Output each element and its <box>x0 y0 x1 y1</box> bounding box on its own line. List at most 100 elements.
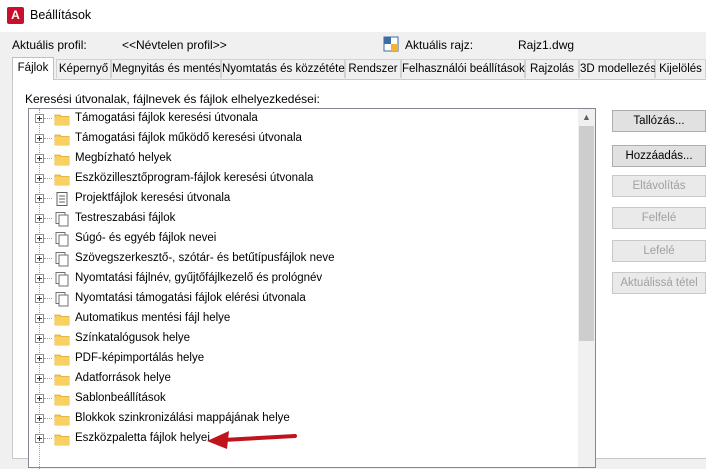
expand-icon[interactable] <box>35 134 44 143</box>
window-title: Beállítások <box>30 8 92 22</box>
expand-icon[interactable] <box>35 414 44 423</box>
expand-icon[interactable] <box>35 174 44 183</box>
vertical-scrollbar[interactable]: ▲ <box>578 109 595 467</box>
tab-drafting[interactable]: Rajzolás <box>525 59 579 78</box>
tree-item[interactable]: Testreszabási fájlok <box>29 209 579 229</box>
set-current-button[interactable]: Aktuálissá tétel <box>612 272 706 294</box>
expand-icon[interactable] <box>35 434 44 443</box>
move-down-button[interactable]: Lefelé <box>612 240 706 262</box>
move-up-button[interactable]: Felfelé <box>612 207 706 229</box>
drawing-icon <box>383 36 399 52</box>
tree-connector <box>44 118 52 119</box>
tree-item-label: Automatikus mentési fájl helye <box>75 312 231 324</box>
tree-item[interactable]: Nyomtatási támogatási fájlok elérési útv… <box>29 289 579 309</box>
tab-system[interactable]: Rendszer <box>345 59 401 78</box>
tree-item[interactable]: Szövegszerkesztő-, szótár- és betűtípusf… <box>29 249 579 269</box>
tree-connector <box>44 378 52 379</box>
tree-connector <box>44 318 52 319</box>
tree-connector <box>44 138 52 139</box>
add-button[interactable]: Hozzáadás... <box>612 145 706 167</box>
tree-item[interactable]: Nyomtatási fájlnév, gyűjtőfájlkezelő és … <box>29 269 579 289</box>
tree-connector <box>44 238 52 239</box>
tree-item[interactable]: Automatikus mentési fájl helye <box>29 309 579 329</box>
tree-item[interactable]: Sablonbeállítások <box>29 389 579 409</box>
scroll-up-icon[interactable]: ▲ <box>578 109 595 126</box>
tree-item-label: Sablonbeállítások <box>75 392 166 404</box>
tree-item-label: Nyomtatási támogatási fájlok elérési útv… <box>75 292 306 304</box>
files-icon <box>54 211 70 227</box>
tree-item[interactable]: Megbízható helyek <box>29 149 579 169</box>
folder-icon <box>54 111 70 127</box>
tree-item-label: Projektfájlok keresési útvonala <box>75 192 231 204</box>
expand-icon[interactable] <box>35 314 44 323</box>
tree-connector <box>44 298 52 299</box>
tree-connector <box>44 338 52 339</box>
expand-icon[interactable] <box>35 214 44 223</box>
tree-item[interactable]: Blokkok szinkronizálási mappájának helye <box>29 409 579 429</box>
expand-icon[interactable] <box>35 274 44 283</box>
expand-icon[interactable] <box>35 234 44 243</box>
tree-item-label: Szövegszerkesztő-, szótár- és betűtípusf… <box>75 252 335 264</box>
folder-icon <box>54 131 70 147</box>
expand-icon[interactable] <box>35 394 44 403</box>
tree-connector <box>44 158 52 159</box>
tree-item[interactable]: Színkatalógusok helye <box>29 329 579 349</box>
tab-strip: Fájlok Képernyő Megnyitás és mentés Nyom… <box>12 57 706 80</box>
expand-icon[interactable] <box>35 334 44 343</box>
expand-icon[interactable] <box>35 114 44 123</box>
tree-item[interactable]: Támogatási fájlok keresési útvonala <box>29 109 579 129</box>
tree-item[interactable]: Projektfájlok keresési útvonala <box>29 189 579 209</box>
expand-icon[interactable] <box>35 154 44 163</box>
files-icon <box>54 291 70 307</box>
tree-item-label: Testreszabási fájlok <box>75 212 176 224</box>
folder-icon <box>54 311 70 327</box>
tree-connector <box>44 198 52 199</box>
tree-item-label: Eszközpaletta fájlok helyei <box>75 432 210 444</box>
current-drawing-label: Aktuális rajz: <box>405 38 474 52</box>
tree-item-label: PDF-képimportálás helye <box>75 352 205 364</box>
tree-connector <box>44 438 52 439</box>
tree-item[interactable]: PDF-képimportálás helye <box>29 349 579 369</box>
remove-button[interactable]: Eltávolítás <box>612 175 706 197</box>
tree-item-label: Nyomtatási fájlnév, gyűjtőfájlkezelő és … <box>75 272 323 284</box>
expand-icon[interactable] <box>35 374 44 383</box>
folder-icon <box>54 391 70 407</box>
tree-connector <box>44 178 52 179</box>
folder-icon <box>54 151 70 167</box>
document-icon <box>54 191 70 207</box>
expand-icon[interactable] <box>35 254 44 263</box>
tab-open-and-save[interactable]: Megnyitás és mentés <box>111 59 221 78</box>
tree-item[interactable]: Súgó- és egyéb fájlok nevei <box>29 229 579 249</box>
tree-item[interactable]: Adatforrások helye <box>29 369 579 389</box>
expand-icon[interactable] <box>35 354 44 363</box>
tree-item-label: Megbízható helyek <box>75 152 172 164</box>
tree-item[interactable]: Támogatási fájlok működő keresési útvona… <box>29 129 579 149</box>
search-paths-tree[interactable]: Támogatási fájlok keresési útvonala Támog… <box>28 108 596 469</box>
title-bar: A Beállítások <box>0 0 706 32</box>
tree-item-label: Blokkok szinkronizálási mappájának helye <box>75 412 290 424</box>
tree-item[interactable]: Eszközpaletta fájlok helyei <box>29 429 579 449</box>
browse-button[interactable]: Tallózás... <box>612 110 706 132</box>
tab-3d-modeling[interactable]: 3D modellezés <box>579 59 656 78</box>
tab-files[interactable]: Fájlok <box>12 57 54 80</box>
tab-selection[interactable]: Kijelölés <box>655 59 706 78</box>
expand-icon[interactable] <box>35 294 44 303</box>
expand-icon[interactable] <box>35 194 44 203</box>
tree-item-label: Eszközillesztőprogram-fájlok keresési út… <box>75 172 314 184</box>
tab-plot-and-publish[interactable]: Nyomtatás és közzététel <box>221 59 347 78</box>
tab-user-preferences[interactable]: Felhasználói beállítások <box>401 59 525 78</box>
folder-icon <box>54 171 70 187</box>
folder-icon <box>54 351 70 367</box>
app-icon: A <box>7 7 24 24</box>
current-profile-value: <<Névtelen profil>> <box>122 38 227 52</box>
search-paths-caption: Keresési útvonalak, fájlnevek és fájlok … <box>25 92 320 106</box>
tree-connector <box>44 218 52 219</box>
folder-icon <box>54 371 70 387</box>
tree-item[interactable]: Eszközillesztőprogram-fájlok keresési út… <box>29 169 579 189</box>
tree-connector <box>44 358 52 359</box>
tree-item-label: Adatforrások helye <box>75 372 171 384</box>
tab-display[interactable]: Képernyő <box>56 59 111 78</box>
current-profile-label: Aktuális profil: <box>12 38 87 52</box>
tree-connector <box>44 418 52 419</box>
scroll-thumb[interactable] <box>579 126 594 341</box>
